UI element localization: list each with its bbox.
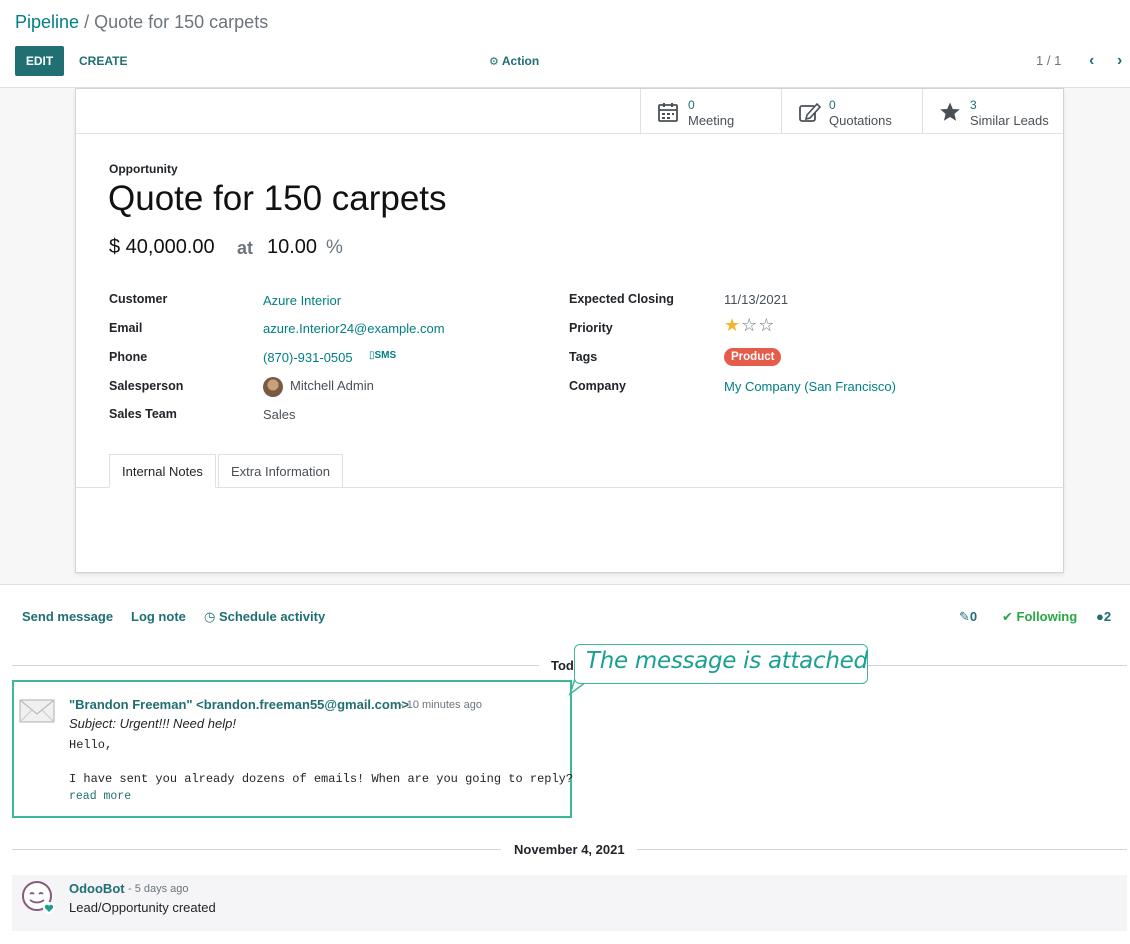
bot-message-text: Lead/Opportunity created xyxy=(69,900,216,915)
callout-text: The message is attached xyxy=(586,648,868,674)
send-message-button[interactable]: Send message xyxy=(22,609,113,624)
star-icon xyxy=(939,101,961,126)
phone-label: Phone xyxy=(109,350,148,364)
priority-star-empty-icon[interactable]: ☆ xyxy=(758,315,775,335)
action-label: Action xyxy=(501,54,540,68)
sales-team-label: Sales Team xyxy=(109,407,177,421)
breadcrumb: Pipeline / Quote for 150 carpets xyxy=(15,12,268,33)
quotations-count: 0 xyxy=(829,98,836,112)
expected-revenue[interactable]: $ 40,000.00 xyxy=(109,236,215,259)
priority-star-icon[interactable]: ★ xyxy=(724,315,741,335)
form-sheet: 0 Meeting 0 Quotations 3 Similar Leads O… xyxy=(74,88,1065,573)
message-date: - 10 minutes ago xyxy=(400,699,482,711)
expected-closing-value[interactable]: 11/13/2021 xyxy=(724,292,788,307)
separator-line xyxy=(12,665,539,666)
notebook-tabs: Internal Notes Extra Information xyxy=(76,454,1065,488)
pager-next-icon[interactable]: › xyxy=(1117,52,1122,70)
customer-label: Customer xyxy=(109,292,168,306)
edit-icon xyxy=(798,101,822,126)
calendar-icon xyxy=(657,101,679,126)
followers-count: 2 xyxy=(1103,609,1112,624)
envelope-icon xyxy=(19,697,55,728)
message-subject: Subject: Urgent!!! Need help! xyxy=(69,716,236,731)
priority-stars: ★☆☆ xyxy=(724,315,775,336)
company-value[interactable]: My Company (San Francisco) xyxy=(724,379,896,394)
meeting-label: Meeting xyxy=(688,113,735,128)
opportunity-title[interactable]: Quote for 150 carpets xyxy=(108,179,447,219)
quotations-label: Quotations xyxy=(829,113,892,128)
probability-value[interactable]: 10.00 xyxy=(267,236,317,259)
edit-button[interactable]: EDIT xyxy=(15,46,64,76)
similar-leads-label: Similar Leads xyxy=(970,113,1049,128)
meeting-count: 0 xyxy=(688,98,695,112)
separator-line xyxy=(637,849,1127,850)
clock-icon: ◷ xyxy=(204,609,216,624)
breadcrumb-pipeline-link[interactable]: Pipeline xyxy=(15,12,79,32)
schedule-activity-button[interactable]: ◷ Schedule activity xyxy=(204,609,325,625)
schedule-activity-label: Schedule activity xyxy=(218,609,326,624)
message-body: Hello, I have sent you already dozens of… xyxy=(69,738,574,786)
phone-value[interactable]: (870)-931-0505 xyxy=(263,350,353,365)
company-label: Company xyxy=(569,379,626,393)
separator-line xyxy=(12,849,501,850)
expected-closing-label: Expected Closing xyxy=(569,292,674,306)
smart-button-box: 0 Meeting 0 Quotations 3 Similar Leads xyxy=(74,89,1063,134)
email-value[interactable]: azure.Interior24@example.com xyxy=(263,321,445,336)
attachment-count: 0 xyxy=(969,609,978,624)
customer-value[interactable]: Azure Interior xyxy=(263,293,341,308)
quotations-smart-button[interactable]: 0 Quotations xyxy=(781,89,922,134)
action-dropdown[interactable]: ⚙ Action xyxy=(489,54,539,68)
avatar xyxy=(263,377,283,397)
percent-sign: % xyxy=(326,237,343,258)
priority-star-empty-icon[interactable]: ☆ xyxy=(741,315,758,335)
breadcrumb-current: Quote for 150 carpets xyxy=(94,12,269,32)
user-icon: ● xyxy=(1096,609,1104,624)
tag-badge[interactable]: Product xyxy=(724,348,782,366)
sms-button[interactable]: ▯SMS xyxy=(369,350,396,361)
date-separator: November 4, 2021 xyxy=(514,842,625,857)
salesperson-label: Salesperson xyxy=(109,379,184,393)
read-more-link[interactable]: read more xyxy=(69,790,131,803)
attachments-button[interactable]: ✎0 xyxy=(959,609,977,625)
separator-line xyxy=(860,665,1127,666)
tags-label: Tags xyxy=(569,350,598,364)
following-label: Following xyxy=(1016,609,1078,624)
followers-button[interactable]: ●2 xyxy=(1096,609,1111,624)
following-button[interactable]: ✔ Following xyxy=(1002,609,1077,625)
meeting-smart-button[interactable]: 0 Meeting xyxy=(640,89,781,134)
similar-leads-smart-button[interactable]: 3 Similar Leads xyxy=(922,89,1063,134)
pager-previous-icon[interactable]: ‹ xyxy=(1089,52,1094,70)
tab-internal-notes[interactable]: Internal Notes xyxy=(109,454,216,488)
revenue-at-label: at xyxy=(237,238,254,258)
sms-label: SMS xyxy=(374,350,397,361)
bot-date: - 5 days ago xyxy=(128,883,189,895)
paperclip-icon: ✎ xyxy=(959,609,970,624)
opportunity-kind-label: Opportunity xyxy=(109,162,178,176)
log-note-button[interactable]: Log note xyxy=(131,609,186,624)
similar-leads-count: 3 xyxy=(970,98,977,112)
message-author[interactable]: "Brandon Freeman" <brandon.freeman55@gma… xyxy=(69,697,409,712)
salesperson-value[interactable]: Mitchell Admin xyxy=(290,378,374,393)
priority-label: Priority xyxy=(569,321,613,335)
email-label: Email xyxy=(109,321,143,335)
create-button[interactable]: CREATE xyxy=(79,54,127,68)
pager-value[interactable]: 1 / 1 xyxy=(1036,53,1061,68)
tab-extra-information[interactable]: Extra Information xyxy=(218,454,343,488)
bot-author[interactable]: OdooBot xyxy=(69,881,125,896)
check-icon: ✔ xyxy=(1002,609,1013,624)
breadcrumb-separator: / xyxy=(84,12,90,32)
sales-team-value[interactable]: Sales xyxy=(263,407,296,422)
gear-icon: ⚙ xyxy=(489,55,499,68)
odoobot-avatar-icon xyxy=(20,879,56,918)
